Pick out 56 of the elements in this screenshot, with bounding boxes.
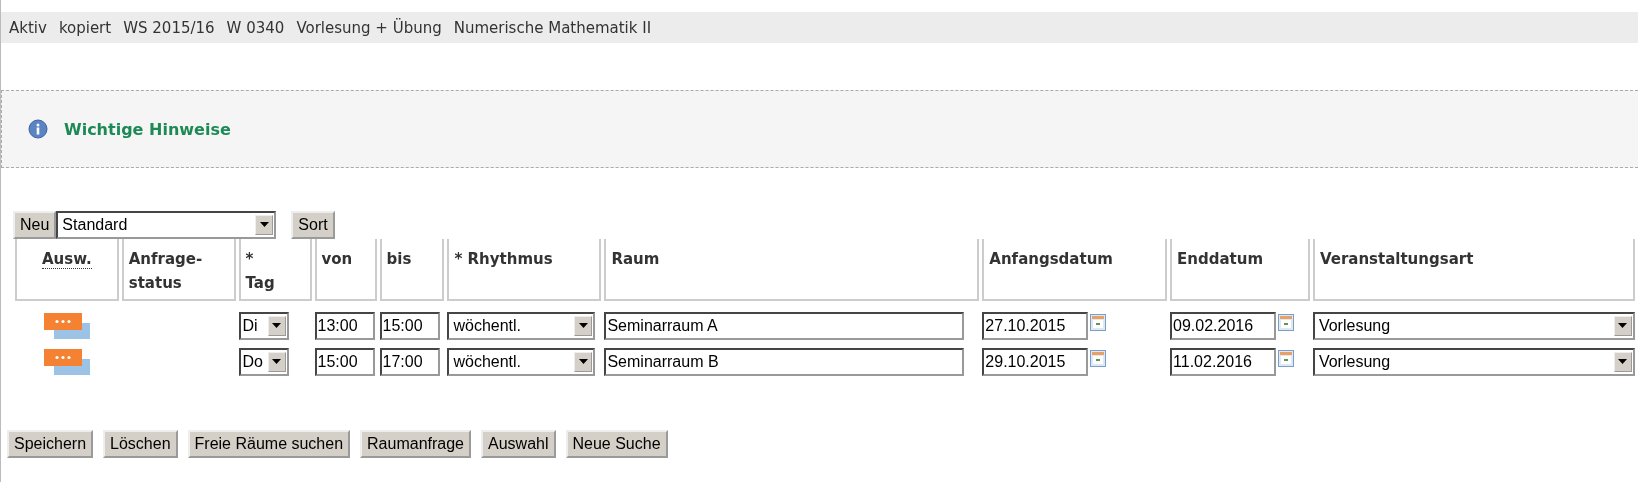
column-header: * Tag (245, 250, 275, 292)
column-header[interactable]: Ausw. (41, 250, 92, 269)
ellipsis-icon[interactable] (43, 349, 90, 375)
type-dropdown[interactable]: Vorlesung (1312, 312, 1635, 340)
action-button[interactable]: Freie Räume suchen (187, 430, 351, 458)
room-field[interactable]: Seminarraum A (604, 312, 965, 340)
caret-icon (578, 359, 588, 365)
caret-icon (1618, 323, 1628, 329)
start-time-field[interactable]: 13:00 (314, 312, 375, 340)
end-date-field[interactable]: 09.02.2016 (1170, 312, 1277, 340)
caret-icon (1618, 359, 1628, 365)
action-button[interactable]: Neue Suche (565, 430, 668, 458)
header-text: Vorlesung + Übung (296, 18, 442, 37)
column-header: * Rhythmus (454, 250, 553, 268)
column-header: Anfrage-status (128, 250, 203, 292)
end-time-field[interactable]: 17:00 (379, 348, 440, 376)
column-header: Enddatum (1177, 250, 1264, 268)
rhythm-dropdown[interactable]: wöchentl. (447, 312, 596, 340)
header-text: WS 2015/16 (123, 18, 215, 37)
rhythm-dropdown[interactable]: wöchentl. (447, 348, 596, 376)
start-time-field[interactable]: 15:00 (314, 348, 375, 376)
end-time-field[interactable]: 15:00 (379, 312, 440, 340)
new-button[interactable]: Neu (13, 211, 57, 239)
action-button[interactable]: Löschen (103, 430, 178, 458)
header-text: Aktiv (9, 18, 47, 37)
info-icon (28, 119, 48, 139)
caret-icon (272, 323, 282, 329)
calendar-icon[interactable] (1278, 350, 1295, 367)
caret-icon (272, 359, 282, 365)
caret-icon (259, 222, 269, 228)
view-dropdown[interactable]: Standard (56, 211, 277, 239)
header-text: kopiert (58, 18, 112, 37)
sort-button[interactable]: Sort (291, 211, 335, 239)
action-button[interactable]: Speichern (7, 430, 94, 458)
header-text: Numerische Mathematik II (453, 18, 652, 37)
end-date-field[interactable]: 11.02.2016 (1170, 348, 1277, 376)
calendar-icon[interactable] (1090, 314, 1107, 331)
start-date-field[interactable]: 29.10.2015 (982, 348, 1089, 376)
type-dropdown[interactable]: Vorlesung (1312, 348, 1635, 376)
header-text: W 0340 (226, 18, 285, 37)
column-header: Veranstaltungsart (1319, 250, 1474, 268)
column-header: Anfangsdatum (989, 250, 1113, 268)
calendar-icon[interactable] (1090, 350, 1107, 367)
column-header: von (321, 250, 353, 268)
column-header: Raum (611, 250, 660, 268)
action-button[interactable]: Raumanfrage (360, 430, 471, 458)
column-header: bis (386, 250, 412, 268)
action-button[interactable]: Auswahl (481, 430, 556, 458)
calendar-icon[interactable] (1278, 314, 1295, 331)
caret-icon (578, 323, 588, 329)
room-field[interactable]: Seminarraum B (604, 348, 965, 376)
day-dropdown[interactable]: Di (238, 312, 289, 340)
start-date-field[interactable]: 27.10.2015 (982, 312, 1089, 340)
notice-title[interactable]: Wichtige Hinweise (64, 119, 231, 139)
ellipsis-icon[interactable] (43, 313, 90, 339)
day-dropdown[interactable]: Do (238, 348, 289, 376)
